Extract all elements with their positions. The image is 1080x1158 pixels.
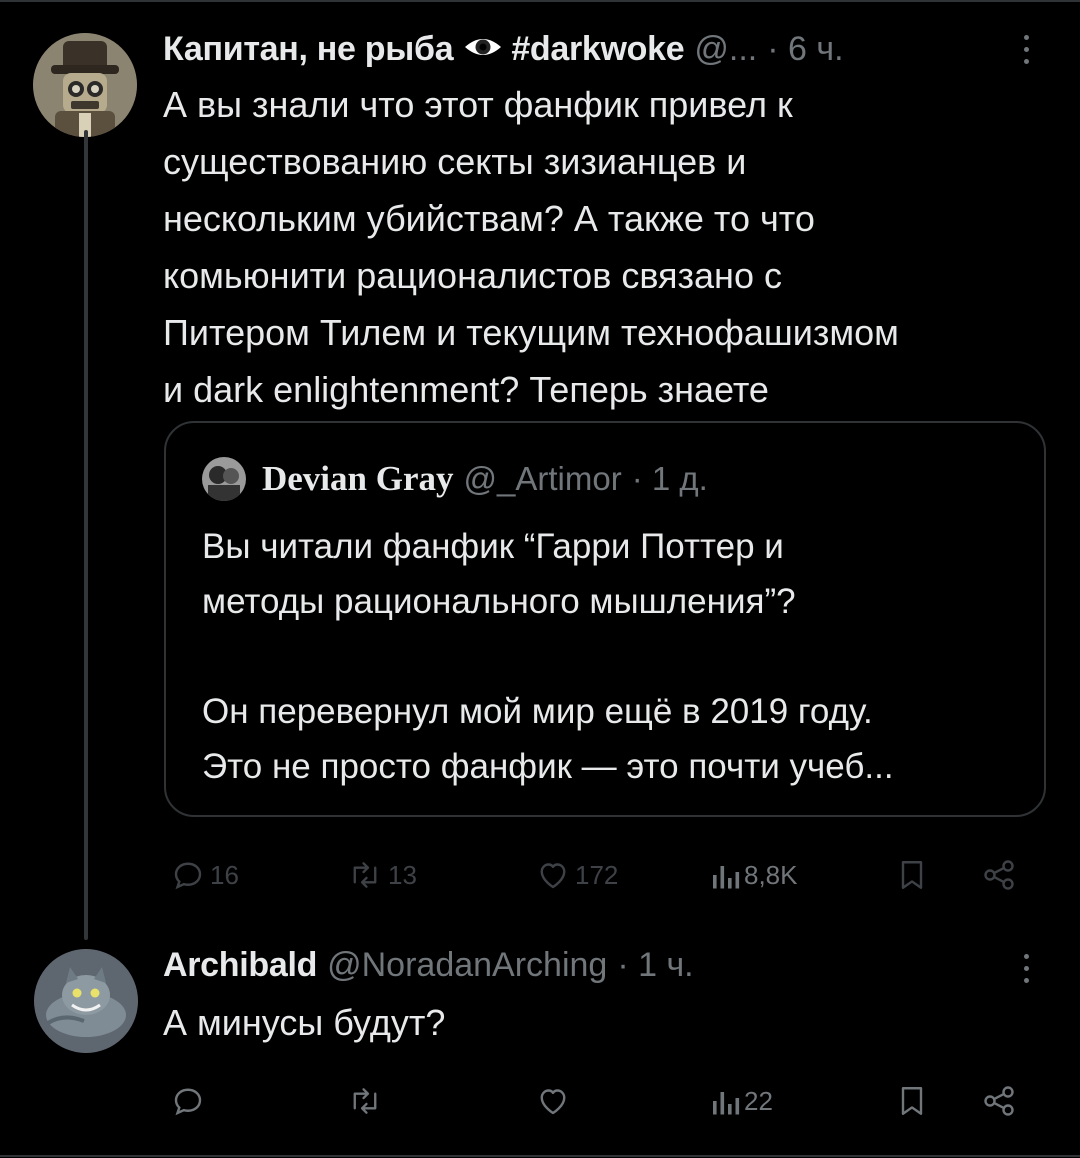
reply-like-button[interactable] <box>535 1081 575 1121</box>
reply-views-count: 22 <box>744 1085 773 1116</box>
quote-author-handle: @_Artimor <box>463 460 622 497</box>
top-divider <box>0 0 1080 2</box>
more-options-icon[interactable] <box>1016 29 1036 69</box>
reply-text: А минусы будут? <box>163 1002 446 1043</box>
bookmark-icon <box>901 861 923 889</box>
reply-author-name[interactable]: Archibald <box>163 946 317 985</box>
reply-author-avatar[interactable] <box>34 949 138 1053</box>
eye-icon <box>463 30 503 69</box>
reply-share-button[interactable] <box>980 1081 1018 1121</box>
reply-repost-button[interactable] <box>346 1081 388 1121</box>
like-button[interactable]: 172 <box>535 855 618 895</box>
share-icon <box>984 1086 1014 1116</box>
post-action-bar: 16 13 172 8,8K <box>160 855 1040 895</box>
reply-header: Archibald @NoradanArching · 1 ч. <box>163 943 694 987</box>
reply-icon <box>174 862 202 890</box>
quote-author-name: Devian Gray <box>262 459 454 498</box>
repost-button[interactable]: 13 <box>346 855 417 895</box>
reply-time[interactable]: · 1 ч. <box>617 946 693 985</box>
like-count: 172 <box>575 859 619 890</box>
quote-text: Вы читали фанфик “Гарри Поттер и методы … <box>202 527 894 786</box>
thread-connector-line <box>84 130 88 940</box>
heart-icon <box>540 863 566 889</box>
views-button[interactable]: 8,8K <box>710 855 798 895</box>
quote-header: Devian Gray @_Artimor · 1 д. <box>202 457 708 501</box>
share-icon <box>984 860 1014 890</box>
repost-icon <box>353 1088 377 1114</box>
post-header: Капитан, не рыба #darkwoke @... · 6 ч. <box>163 27 844 71</box>
author-handle[interactable]: @... <box>694 30 757 69</box>
reply-author-handle[interactable]: @NoradanArching <box>327 946 607 985</box>
reply-icon <box>174 1088 202 1116</box>
post-time[interactable]: · 6 ч. <box>767 30 843 69</box>
bookmark-icon <box>901 1087 923 1115</box>
reply-action-bar: 22 <box>160 1081 1040 1121</box>
reply-more-options-icon[interactable] <box>1016 948 1036 988</box>
quote-author-avatar <box>202 457 246 501</box>
views-count: 8,8K <box>744 859 798 890</box>
repost-icon <box>353 862 377 888</box>
reply-bookmark-button[interactable] <box>894 1081 930 1121</box>
views-chart-icon <box>713 1092 740 1115</box>
robot-avatar-icon <box>33 33 137 137</box>
person-photo-icon <box>202 457 246 501</box>
cheshire-cat-avatar-icon <box>34 949 138 1053</box>
repost-count: 13 <box>388 859 417 890</box>
views-chart-icon <box>713 866 740 889</box>
post-text: А вы знали что этот фанфик привел к суще… <box>163 84 899 410</box>
heart-icon <box>540 1089 566 1115</box>
bottom-divider <box>0 1155 1080 1157</box>
reply-count: 16 <box>210 859 239 890</box>
quote-time: · 1 д. <box>631 460 708 497</box>
share-button[interactable] <box>980 855 1018 895</box>
reply-button[interactable]: 16 <box>170 855 239 895</box>
reply-reply-button[interactable] <box>170 1081 210 1121</box>
author-name[interactable]: Капитан, не рыба <box>163 30 454 69</box>
author-hashtag[interactable]: #darkwoke <box>511 30 684 69</box>
author-avatar[interactable] <box>33 33 137 137</box>
quoted-post[interactable]: Devian Gray @_Artimor · 1 д. Вы читали ф… <box>164 421 1046 817</box>
reply-views-button[interactable]: 22 <box>710 1081 773 1121</box>
bookmark-button[interactable] <box>894 855 930 895</box>
